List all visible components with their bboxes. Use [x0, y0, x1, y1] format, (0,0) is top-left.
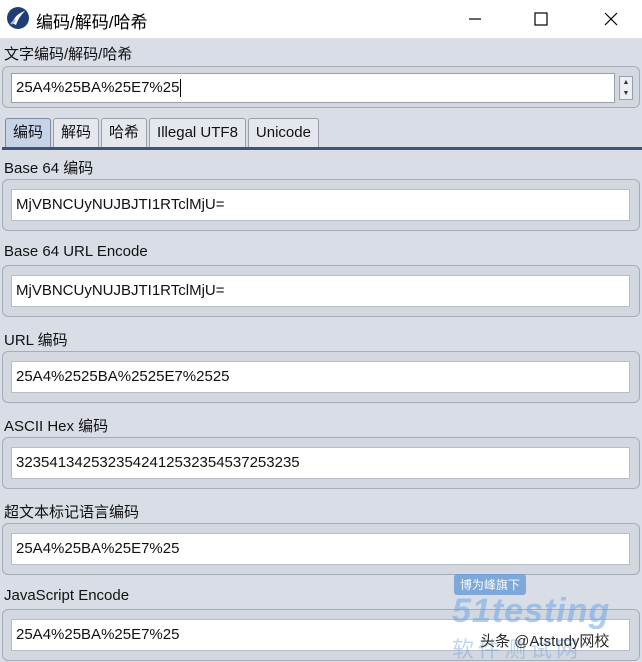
window-title: 编码/解码/哈希	[36, 13, 148, 32]
base64-label: Base 64 编码	[4, 160, 94, 177]
javascript-encode-label: JavaScript Encode	[4, 587, 130, 604]
html-encode-label: 超文本标记语言编码	[4, 504, 140, 521]
tab-underline	[2, 147, 642, 150]
html-encode-output-field[interactable]: 25A4%25BA%25E7%25	[11, 533, 630, 565]
watermark-banner: 博为峰旗下	[454, 574, 527, 595]
spinner-up-icon[interactable]: ▲	[620, 78, 632, 88]
app-logo-icon	[6, 6, 30, 30]
close-button[interactable]	[588, 0, 634, 38]
url-encode-group: 25A4%2525BA%2525E7%2525	[2, 351, 640, 403]
text-input-field[interactable]: 25A4%25BA%25E7%25	[11, 73, 615, 103]
javascript-encode-output-field[interactable]: 25A4%25BA%25E7%25	[11, 619, 630, 651]
title-bar: 编码/解码/哈希	[0, 0, 642, 38]
html-encode-group: 25A4%25BA%25E7%25	[2, 523, 640, 575]
javascript-encode-group: 25A4%25BA%25E7%25	[2, 609, 640, 661]
spinner-down-icon[interactable]: ▼	[620, 89, 632, 99]
url-encode-label: URL 编码	[4, 332, 68, 349]
tab-hash[interactable]: 哈希	[101, 118, 148, 147]
ascii-hex-output-field[interactable]: 3235413425323542412532354537253235	[11, 447, 630, 479]
base64-url-group: MjVBNCUyNUJBJTI1RTclMjU=	[2, 265, 640, 317]
ascii-hex-group: 3235413425323542412532354537253235	[2, 437, 640, 489]
input-section-label: 文字编码/解码/哈希	[4, 46, 133, 63]
text-input-value: 25A4%25BA%25E7%25	[16, 79, 180, 96]
maximize-button[interactable]	[518, 0, 564, 38]
base64-url-output-field[interactable]: MjVBNCUyNUJBJTI1RTclMjU=	[11, 275, 630, 307]
tab-unicode[interactable]: Unicode	[247, 118, 319, 147]
ascii-hex-label: ASCII Hex 编码	[4, 418, 109, 435]
input-group: 25A4%25BA%25E7%25 ▲ ▼	[2, 66, 640, 108]
tab-encode[interactable]: 编码	[5, 118, 52, 147]
tab-strip: 编码 解码 哈希 Illegal UTF8 Unicode	[5, 118, 321, 148]
tab-illegal-utf8[interactable]: Illegal UTF8	[149, 118, 246, 147]
input-scroll-spinner[interactable]: ▲ ▼	[619, 76, 633, 100]
base64-group: MjVBNCUyNUJBJTI1RTclMjU=	[2, 179, 640, 231]
text-caret	[180, 79, 182, 98]
base64-url-label: Base 64 URL Encode	[4, 243, 148, 260]
minimize-button[interactable]	[452, 0, 498, 38]
base64-output-field[interactable]: MjVBNCUyNUJBJTI1RTclMjU=	[11, 189, 630, 221]
url-encode-output-field[interactable]: 25A4%2525BA%2525E7%2525	[11, 361, 630, 393]
tab-decode[interactable]: 解码	[53, 118, 100, 147]
